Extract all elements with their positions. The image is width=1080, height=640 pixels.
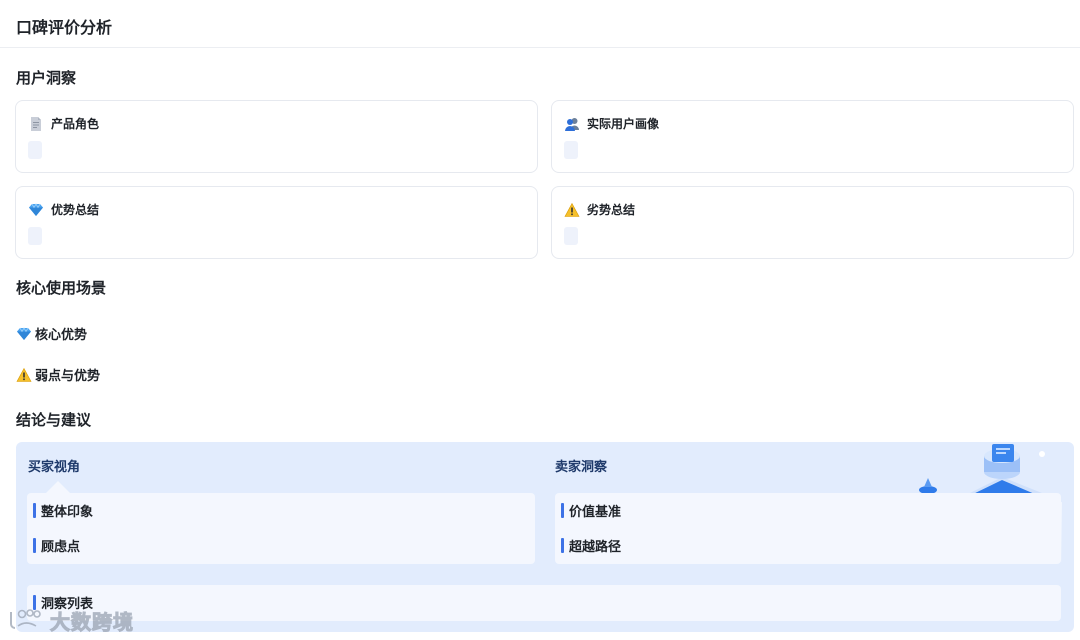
scene-weakness-and-strengths[interactable]: 弱点与优势 — [16, 365, 100, 384]
card-strengths-summary[interactable]: 优势总结 — [15, 186, 538, 259]
card-label: 劣势总结 — [587, 203, 636, 217]
scene-label: 核心优势 — [35, 328, 88, 343]
watermark-logo-icon — [8, 608, 46, 634]
page-title: 口碑评价分析 — [16, 18, 113, 37]
gem-icon — [28, 202, 44, 218]
users-icon — [564, 116, 580, 132]
panel-pointer — [46, 481, 70, 493]
watermark-text: 大数跨境 — [50, 610, 134, 635]
document-icon — [28, 116, 44, 132]
scene-label: 弱点与优势 — [35, 369, 101, 384]
card-label: 优势总结 — [51, 203, 100, 217]
card-product-role[interactable]: 产品角色 — [15, 100, 538, 173]
bar-label: 超越路径 — [569, 540, 622, 555]
loading-placeholder — [564, 141, 578, 159]
warning-icon — [564, 202, 580, 218]
gem-icon — [16, 326, 32, 342]
section-title-core-scenes: 核心使用场景 — [16, 279, 107, 297]
watermark: 大数跨境 — [8, 606, 134, 635]
buyer-panel: 整体印象 顾虑点 — [27, 493, 535, 564]
seller-item-value-benchmark[interactable]: 价值基准 — [561, 501, 621, 520]
buyer-item-overall-impression[interactable]: 整体印象 — [33, 501, 93, 520]
insight-list-panel: 洞察列表 — [27, 585, 1061, 621]
bar-label: 整体印象 — [41, 505, 94, 520]
scene-core-strengths[interactable]: 核心优势 — [16, 324, 87, 343]
accent-bar — [33, 503, 36, 518]
card-weaknesses-summary[interactable]: 劣势总结 — [551, 186, 1074, 259]
loading-placeholder — [564, 227, 578, 245]
seller-insight-title: 卖家洞察 — [555, 460, 608, 475]
accent-bar — [33, 538, 36, 553]
buyer-perspective-title: 买家视角 — [28, 460, 81, 475]
section-title-user-insight: 用户洞察 — [16, 69, 77, 87]
bar-label: 顾虑点 — [41, 540, 81, 555]
accent-bar — [561, 503, 564, 518]
seller-item-path-to-surpass[interactable]: 超越路径 — [561, 536, 621, 555]
seller-panel: 价值基准 超越路径 — [555, 493, 1061, 564]
bar-label: 价值基准 — [569, 505, 622, 520]
buyer-item-concerns[interactable]: 顾虑点 — [33, 536, 80, 555]
page-header: 口碑评价分析 — [0, 0, 1080, 48]
card-label: 实际用户画像 — [587, 117, 660, 131]
section-title-conclusion: 结论与建议 — [16, 411, 92, 429]
loading-placeholder — [28, 227, 42, 245]
card-label: 产品角色 — [51, 117, 100, 131]
conclusion-panel: 买家视角 整体印象 顾虑点 卖家洞察 价值基准 超越路径 洞察列表 — [16, 442, 1074, 632]
warning-icon — [16, 367, 32, 383]
accent-bar — [561, 538, 564, 553]
loading-placeholder — [28, 141, 42, 159]
card-user-persona[interactable]: 实际用户画像 — [551, 100, 1074, 173]
